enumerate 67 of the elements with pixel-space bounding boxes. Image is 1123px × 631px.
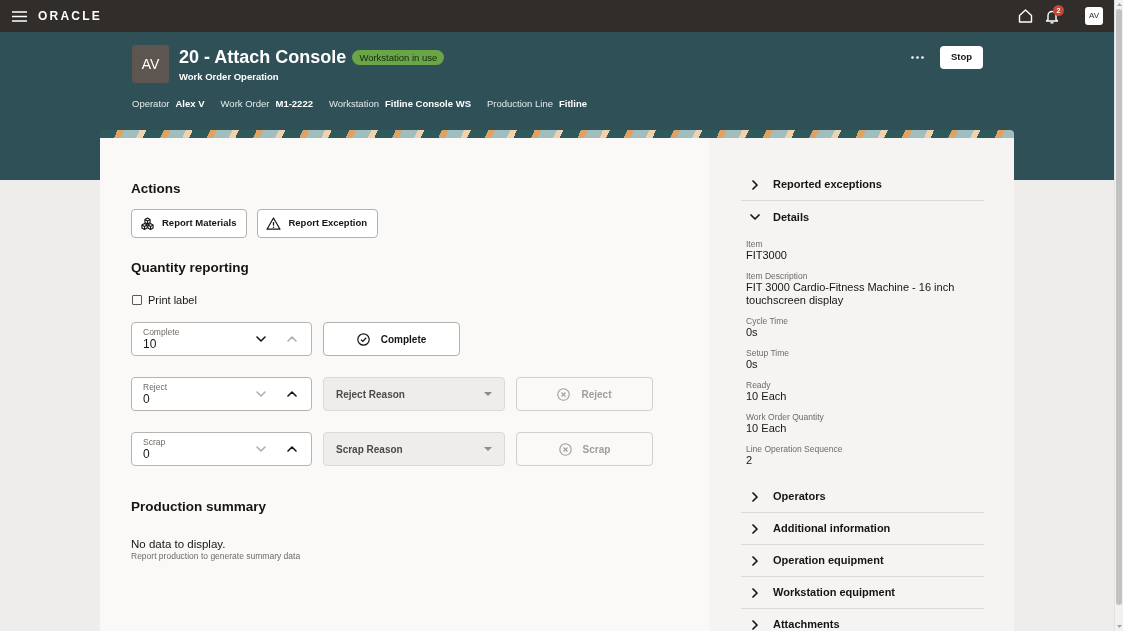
field-label: Cycle Time bbox=[746, 316, 789, 326]
warning-icon bbox=[266, 217, 282, 230]
x-circle-icon bbox=[558, 442, 572, 456]
menu-icon[interactable] bbox=[12, 10, 27, 22]
field-value: 2 bbox=[746, 454, 753, 467]
scroll-down-arrow-icon[interactable] bbox=[1116, 625, 1122, 628]
empty-state-title: No data to display. bbox=[131, 537, 226, 551]
complete-button[interactable]: Complete bbox=[323, 322, 460, 356]
section-heading: Quantity reporting bbox=[131, 259, 249, 277]
meta-label: Production Line bbox=[487, 98, 553, 109]
field-value: FIT3000 bbox=[746, 249, 787, 262]
field-label: Ready bbox=[746, 380, 771, 390]
quantity-field[interactable]: Reject 0 bbox=[131, 377, 312, 411]
checkbox-label[interactable]: Print label bbox=[148, 293, 197, 307]
meta-value: M1-2222 bbox=[275, 98, 313, 109]
user-avatar[interactable]: AV bbox=[1085, 7, 1103, 25]
field-value: 0s bbox=[746, 326, 758, 339]
status-badge: Workstation in use bbox=[352, 49, 445, 65]
check-circle-icon bbox=[356, 332, 370, 346]
stacked-cubes-icon bbox=[140, 216, 155, 231]
meta-label: Operator bbox=[132, 98, 170, 109]
chevron-up-icon[interactable] bbox=[287, 446, 297, 452]
field-label: Work Order Quantity bbox=[746, 412, 824, 422]
avatar: AV bbox=[132, 45, 169, 83]
chevron-up-icon[interactable] bbox=[287, 391, 297, 397]
meta-value: Fitline bbox=[559, 98, 587, 109]
home-icon[interactable] bbox=[1018, 9, 1033, 23]
logo-wordmark: ORACLE bbox=[38, 9, 102, 23]
field-label: Item Description bbox=[746, 271, 808, 281]
field-value: FIT 3000 Cardio-Fitness Machine - 16 inch touchscreen display bbox=[746, 281, 956, 307]
action-button[interactable]: Report Materials bbox=[131, 209, 248, 238]
dropdown-caret-icon[interactable] bbox=[484, 392, 492, 396]
x-circle-icon bbox=[557, 387, 571, 401]
quantity-field[interactable]: Scrap 0 bbox=[131, 432, 312, 466]
accordion-header[interactable]: Operation equipment bbox=[741, 545, 984, 577]
field-value: 10 Each bbox=[746, 390, 787, 403]
checkbox[interactable] bbox=[132, 295, 142, 305]
scrollbar-track[interactable] bbox=[1114, 0, 1123, 631]
meta-value: Fitline Console WS bbox=[384, 98, 471, 109]
quantity-field[interactable]: Complete 10 bbox=[131, 322, 312, 356]
accordion-header[interactable]: Additional information bbox=[741, 513, 984, 545]
meta-label: Workstation bbox=[328, 98, 379, 109]
field-label: Item bbox=[746, 239, 763, 249]
action-button[interactable]: Report Exception bbox=[257, 209, 379, 238]
accordion-header[interactable]: Workstation equipment bbox=[741, 577, 984, 609]
meta-value: Alex V bbox=[175, 98, 205, 109]
empty-state-hint: Report production to generate summary data bbox=[131, 551, 301, 561]
dropdown-caret-icon[interactable] bbox=[484, 447, 492, 451]
field-label: Setup Time bbox=[746, 348, 789, 358]
bell-icon[interactable] bbox=[1045, 8, 1059, 24]
field-label: Line Operation Sequence bbox=[746, 444, 843, 454]
accordion-header[interactable]: Details bbox=[741, 201, 984, 233]
scrollbar-thumb[interactable] bbox=[1116, 9, 1122, 605]
field-value: 0s bbox=[746, 358, 758, 371]
accordion-header[interactable]: Attachments bbox=[741, 609, 984, 631]
section-heading: Production summary bbox=[131, 498, 267, 516]
stop-button[interactable]: Stop bbox=[939, 46, 983, 69]
section-heading: Actions bbox=[131, 180, 181, 198]
chevron-down-icon[interactable] bbox=[256, 336, 266, 342]
page-title: 20 - Attach Console bbox=[179, 46, 347, 69]
more-options-icon[interactable] bbox=[910, 56, 924, 59]
meta-label: Work Order bbox=[220, 98, 270, 109]
page-subtitle: Work Order Operation bbox=[179, 71, 279, 83]
scroll-up-arrow-icon[interactable] bbox=[1116, 3, 1122, 6]
field-value: 10 Each bbox=[746, 422, 787, 435]
accordion-header[interactable]: Reported exceptions bbox=[741, 169, 984, 201]
accordion-header[interactable]: Operators bbox=[741, 481, 984, 513]
